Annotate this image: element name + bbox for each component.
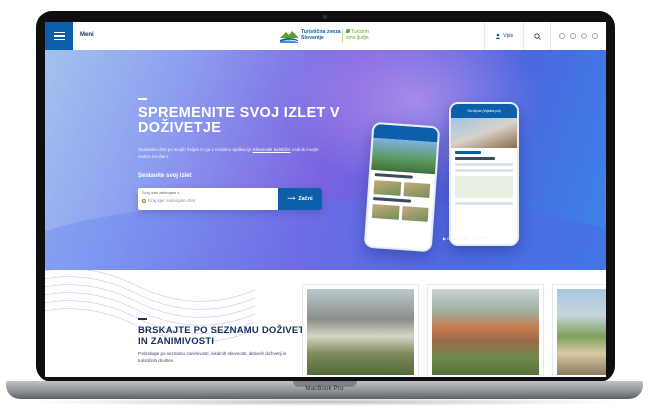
- trip-search-form: Svoj izlet začenjam v Kraj kjer začenjat…: [138, 188, 322, 210]
- device-label: MacBook Pro: [305, 386, 344, 392]
- phone-appbar: Via Alpina (Vojaška pot): [451, 104, 517, 118]
- hero-title: SPREMENITE SVOJ IZLET V DOŽIVETJE: [138, 105, 340, 136]
- phone-text-line: [374, 173, 414, 179]
- login-label: Vpis: [503, 33, 513, 39]
- browser-viewport: Meni Turistična zveza Slovenije Turizem …: [45, 22, 606, 377]
- search-icon: [533, 32, 541, 40]
- hero-subtitle: Sestavite izlet po svojih željah in ga z…: [138, 146, 328, 160]
- attraction-card[interactable]: [302, 284, 419, 377]
- header-actions: Vpis: [484, 22, 606, 50]
- start-trip-button[interactable]: ⟶ Začni: [278, 188, 322, 210]
- social-links: [550, 22, 606, 50]
- browse-title: BRSKAJTE PO SEZNAMU DOŽIVETIJ IN ZANIMIV…: [138, 325, 313, 347]
- attraction-card[interactable]: [427, 284, 544, 377]
- app-link[interactable]: Slovenski turistični: [253, 147, 291, 152]
- site-logo[interactable]: Turistična zveza Slovenije Turizem smo l…: [280, 28, 386, 46]
- hamburger-icon: [53, 31, 65, 34]
- hamburger-icon-line: [53, 35, 65, 37]
- attraction-card[interactable]: [552, 284, 606, 377]
- phone-text-line: [455, 163, 513, 166]
- browse-accent-bar: [138, 318, 147, 320]
- hero-accent-bar: [138, 98, 147, 100]
- castle-photo: [307, 289, 414, 375]
- google-play-label: Google Play: [446, 237, 468, 241]
- app-store-label: App Store: [473, 236, 491, 240]
- search-button[interactable]: [523, 22, 550, 50]
- phone-text-line: [455, 169, 513, 172]
- phone-map: [455, 176, 513, 198]
- slogan: Turizem smo ljudje.: [346, 29, 370, 41]
- hero-section: SPREMENITE SVOJ IZLET V DOŽIVETJE Sestav…: [45, 50, 606, 270]
- location-pin-icon: [142, 199, 146, 203]
- instagram-icon[interactable]: [581, 33, 587, 39]
- slogan-line-2: smo ljudje.: [346, 35, 370, 41]
- menu-label[interactable]: Meni: [80, 32, 94, 38]
- phone-card: [371, 204, 400, 220]
- facebook-icon[interactable]: [559, 33, 565, 39]
- site-header: Meni Turistična zveza Slovenije Turizem …: [45, 22, 606, 51]
- arrow-right-icon: ⟶: [287, 196, 296, 202]
- hero-wave: [45, 200, 606, 270]
- landscape-photo: [557, 289, 606, 375]
- phone-card: [401, 206, 429, 222]
- youtube-icon[interactable]: [592, 33, 598, 39]
- phone-text-line: [455, 157, 495, 160]
- town-photo: [432, 289, 539, 375]
- mountains-logo-icon: [280, 31, 298, 43]
- start-trip-label: Začni: [298, 196, 313, 202]
- user-icon: [495, 33, 501, 39]
- phone-card: [373, 180, 401, 196]
- app-phone-mockup: [363, 121, 441, 253]
- browse-section: BRSKAJTE PO SEZNAMU DOŽIVETIJ IN ZANIMIV…: [45, 270, 606, 377]
- phone-card-row: [373, 180, 431, 198]
- leaf-icon: [346, 29, 350, 33]
- twitter-icon[interactable]: [570, 33, 576, 39]
- phone-text-line: [373, 197, 412, 203]
- browse-subtitle: Pobrskajte po seznamu zanimivosti, lokal…: [138, 351, 287, 363]
- login-button[interactable]: Vpis: [484, 22, 523, 50]
- laptop-bezel: Meni Turistična zveza Slovenije Turizem …: [36, 11, 615, 382]
- app-phone-mockup-detail: Via Alpina (Vojaška pot): [449, 102, 519, 246]
- laptop-shadow: [20, 398, 630, 406]
- start-location-input[interactable]: Kraj kjer začenjate izlet: [148, 198, 195, 203]
- hamburger-icon-line: [53, 38, 65, 41]
- app-store-links: ▶ Google Play App Store: [443, 236, 491, 241]
- phone-text-line: [455, 202, 513, 205]
- logo-line-2: Slovenije: [301, 35, 324, 41]
- logo-divider: [342, 29, 343, 43]
- laptop-base: MacBook Pro: [6, 381, 643, 399]
- phone-hero-image: [371, 137, 438, 175]
- google-play-link[interactable]: ▶ Google Play: [443, 236, 468, 241]
- menu-button[interactable]: [45, 22, 73, 50]
- phone-detail-image: [451, 118, 517, 148]
- trip-form-title: Sestavite svoj izlet: [138, 173, 192, 179]
- logo-text: Turistična zveza Slovenije: [301, 29, 341, 41]
- hero-subtitle-text: Sestavite izlet po svojih željah in ga z…: [138, 147, 253, 152]
- camera: [323, 15, 327, 19]
- start-field-label: Svoj izlet začenjam v: [142, 190, 180, 195]
- app-store-link[interactable]: App Store: [474, 236, 491, 241]
- phone-tabs-line: [455, 151, 482, 154]
- phone-card-row: [371, 204, 429, 222]
- phone-card: [402, 182, 431, 198]
